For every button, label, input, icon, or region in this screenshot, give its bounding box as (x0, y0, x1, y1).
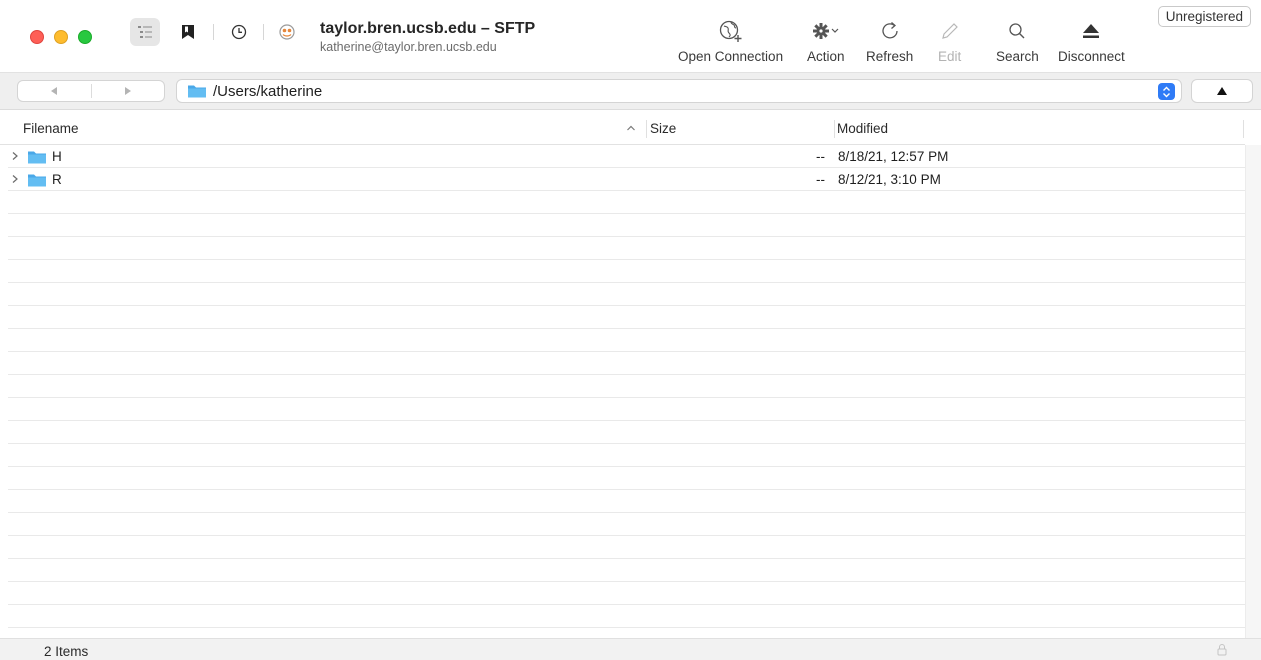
toolbar-divider (213, 24, 214, 40)
empty-row (8, 490, 1245, 513)
path-selector[interactable]: /Users/katherine (176, 79, 1182, 103)
status-bar: 2 Items (0, 638, 1261, 660)
edit-label: Edit (938, 49, 962, 64)
folder-icon (28, 174, 46, 187)
outline-view-icon[interactable] (130, 18, 160, 46)
folder-icon (28, 151, 46, 164)
disconnect-label: Disconnect (1058, 49, 1125, 64)
empty-row (8, 582, 1245, 605)
file-name: R (52, 172, 62, 187)
window-title: taylor.bren.ucsb.edu – SFTP (320, 20, 536, 37)
empty-row (8, 536, 1245, 559)
eject-icon (1080, 18, 1102, 44)
size-column-header[interactable]: Size (650, 121, 676, 136)
bookmark-icon[interactable] (173, 18, 203, 46)
back-button[interactable] (18, 86, 91, 96)
up-arrow-icon (1217, 87, 1227, 95)
history-icon[interactable] (224, 18, 254, 46)
lock-icon[interactable] (1217, 643, 1227, 656)
vertical-scrollbar[interactable] (1245, 145, 1261, 638)
close-window-button[interactable] (30, 30, 44, 44)
empty-row (8, 467, 1245, 490)
disclosure-chevron-icon[interactable] (10, 151, 20, 161)
empty-row (8, 375, 1245, 398)
open-connection-button[interactable]: Open Connection (678, 18, 783, 64)
filename-column-header[interactable]: Filename (23, 121, 79, 136)
empty-row (8, 283, 1245, 306)
refresh-icon (879, 18, 901, 44)
column-divider[interactable] (834, 120, 835, 138)
parent-directory-button[interactable] (1191, 79, 1253, 103)
empty-row (8, 260, 1245, 283)
forward-arrow-icon (124, 87, 131, 95)
file-size: -- (816, 149, 825, 164)
empty-row (8, 237, 1245, 260)
empty-row (8, 214, 1245, 237)
edit-button[interactable]: Edit (938, 18, 961, 64)
back-arrow-icon (51, 87, 58, 95)
empty-row (8, 605, 1245, 628)
column-divider (1243, 120, 1244, 138)
file-name: H (52, 149, 62, 164)
file-row-r[interactable]: R -- 8/12/21, 3:10 PM (8, 168, 1245, 191)
file-row-h[interactable]: H -- 8/18/21, 12:57 PM (8, 145, 1245, 168)
file-size: -- (816, 172, 825, 187)
empty-row (8, 421, 1245, 444)
file-modified: 8/12/21, 3:10 PM (838, 172, 941, 187)
refresh-button[interactable]: Refresh (866, 18, 913, 64)
empty-row (8, 191, 1245, 214)
empty-row (8, 352, 1245, 375)
path-dropdown-icon[interactable] (1158, 83, 1175, 100)
empty-row (8, 513, 1245, 536)
toolbar: taylor.bren.ucsb.edu – SFTP katherine@ta… (0, 0, 1261, 72)
disconnect-button[interactable]: Disconnect (1058, 18, 1125, 64)
refresh-label: Refresh (866, 49, 914, 64)
minimize-window-button[interactable] (54, 30, 68, 44)
search-button[interactable]: Search (996, 18, 1039, 64)
empty-row (8, 559, 1245, 582)
file-browser: Filename Size Modified H -- 8/18/21, 12:… (0, 112, 1261, 638)
globe-plus-icon (718, 18, 744, 44)
empty-row (8, 329, 1245, 352)
file-rows: H -- 8/18/21, 12:57 PM R -- 8/12/21, 3:1… (8, 145, 1245, 638)
empty-row (8, 444, 1245, 467)
path-bar: /Users/katherine (0, 72, 1261, 110)
column-divider[interactable] (646, 120, 647, 138)
modified-column-header[interactable]: Modified (837, 121, 888, 136)
maximize-window-button[interactable] (78, 30, 92, 44)
gear-chevron-icon (811, 18, 841, 44)
action-button[interactable]: Action (807, 18, 845, 64)
current-path: /Users/katherine (213, 82, 323, 100)
sort-ascending-icon[interactable] (626, 123, 636, 133)
forward-button[interactable] (92, 86, 165, 96)
search-icon (1007, 18, 1027, 44)
unregistered-badge[interactable]: Unregistered (1157, 6, 1251, 27)
column-header: Filename Size Modified (0, 112, 1245, 145)
empty-row (8, 398, 1245, 421)
item-count: 2 Items (44, 644, 89, 659)
back-forward-control (17, 80, 165, 102)
toolbar-divider (263, 24, 264, 40)
file-modified: 8/18/21, 12:57 PM (838, 149, 949, 164)
pencil-icon (939, 18, 961, 44)
empty-row (8, 306, 1245, 329)
bonjour-icon[interactable] (272, 18, 302, 46)
action-label: Action (807, 49, 845, 64)
search-label: Search (996, 49, 1039, 64)
connection-user: katherine@taylor.bren.ucsb.edu (320, 40, 497, 54)
open-connection-label: Open Connection (678, 49, 784, 64)
disclosure-chevron-icon[interactable] (10, 174, 20, 184)
folder-icon (188, 85, 206, 98)
